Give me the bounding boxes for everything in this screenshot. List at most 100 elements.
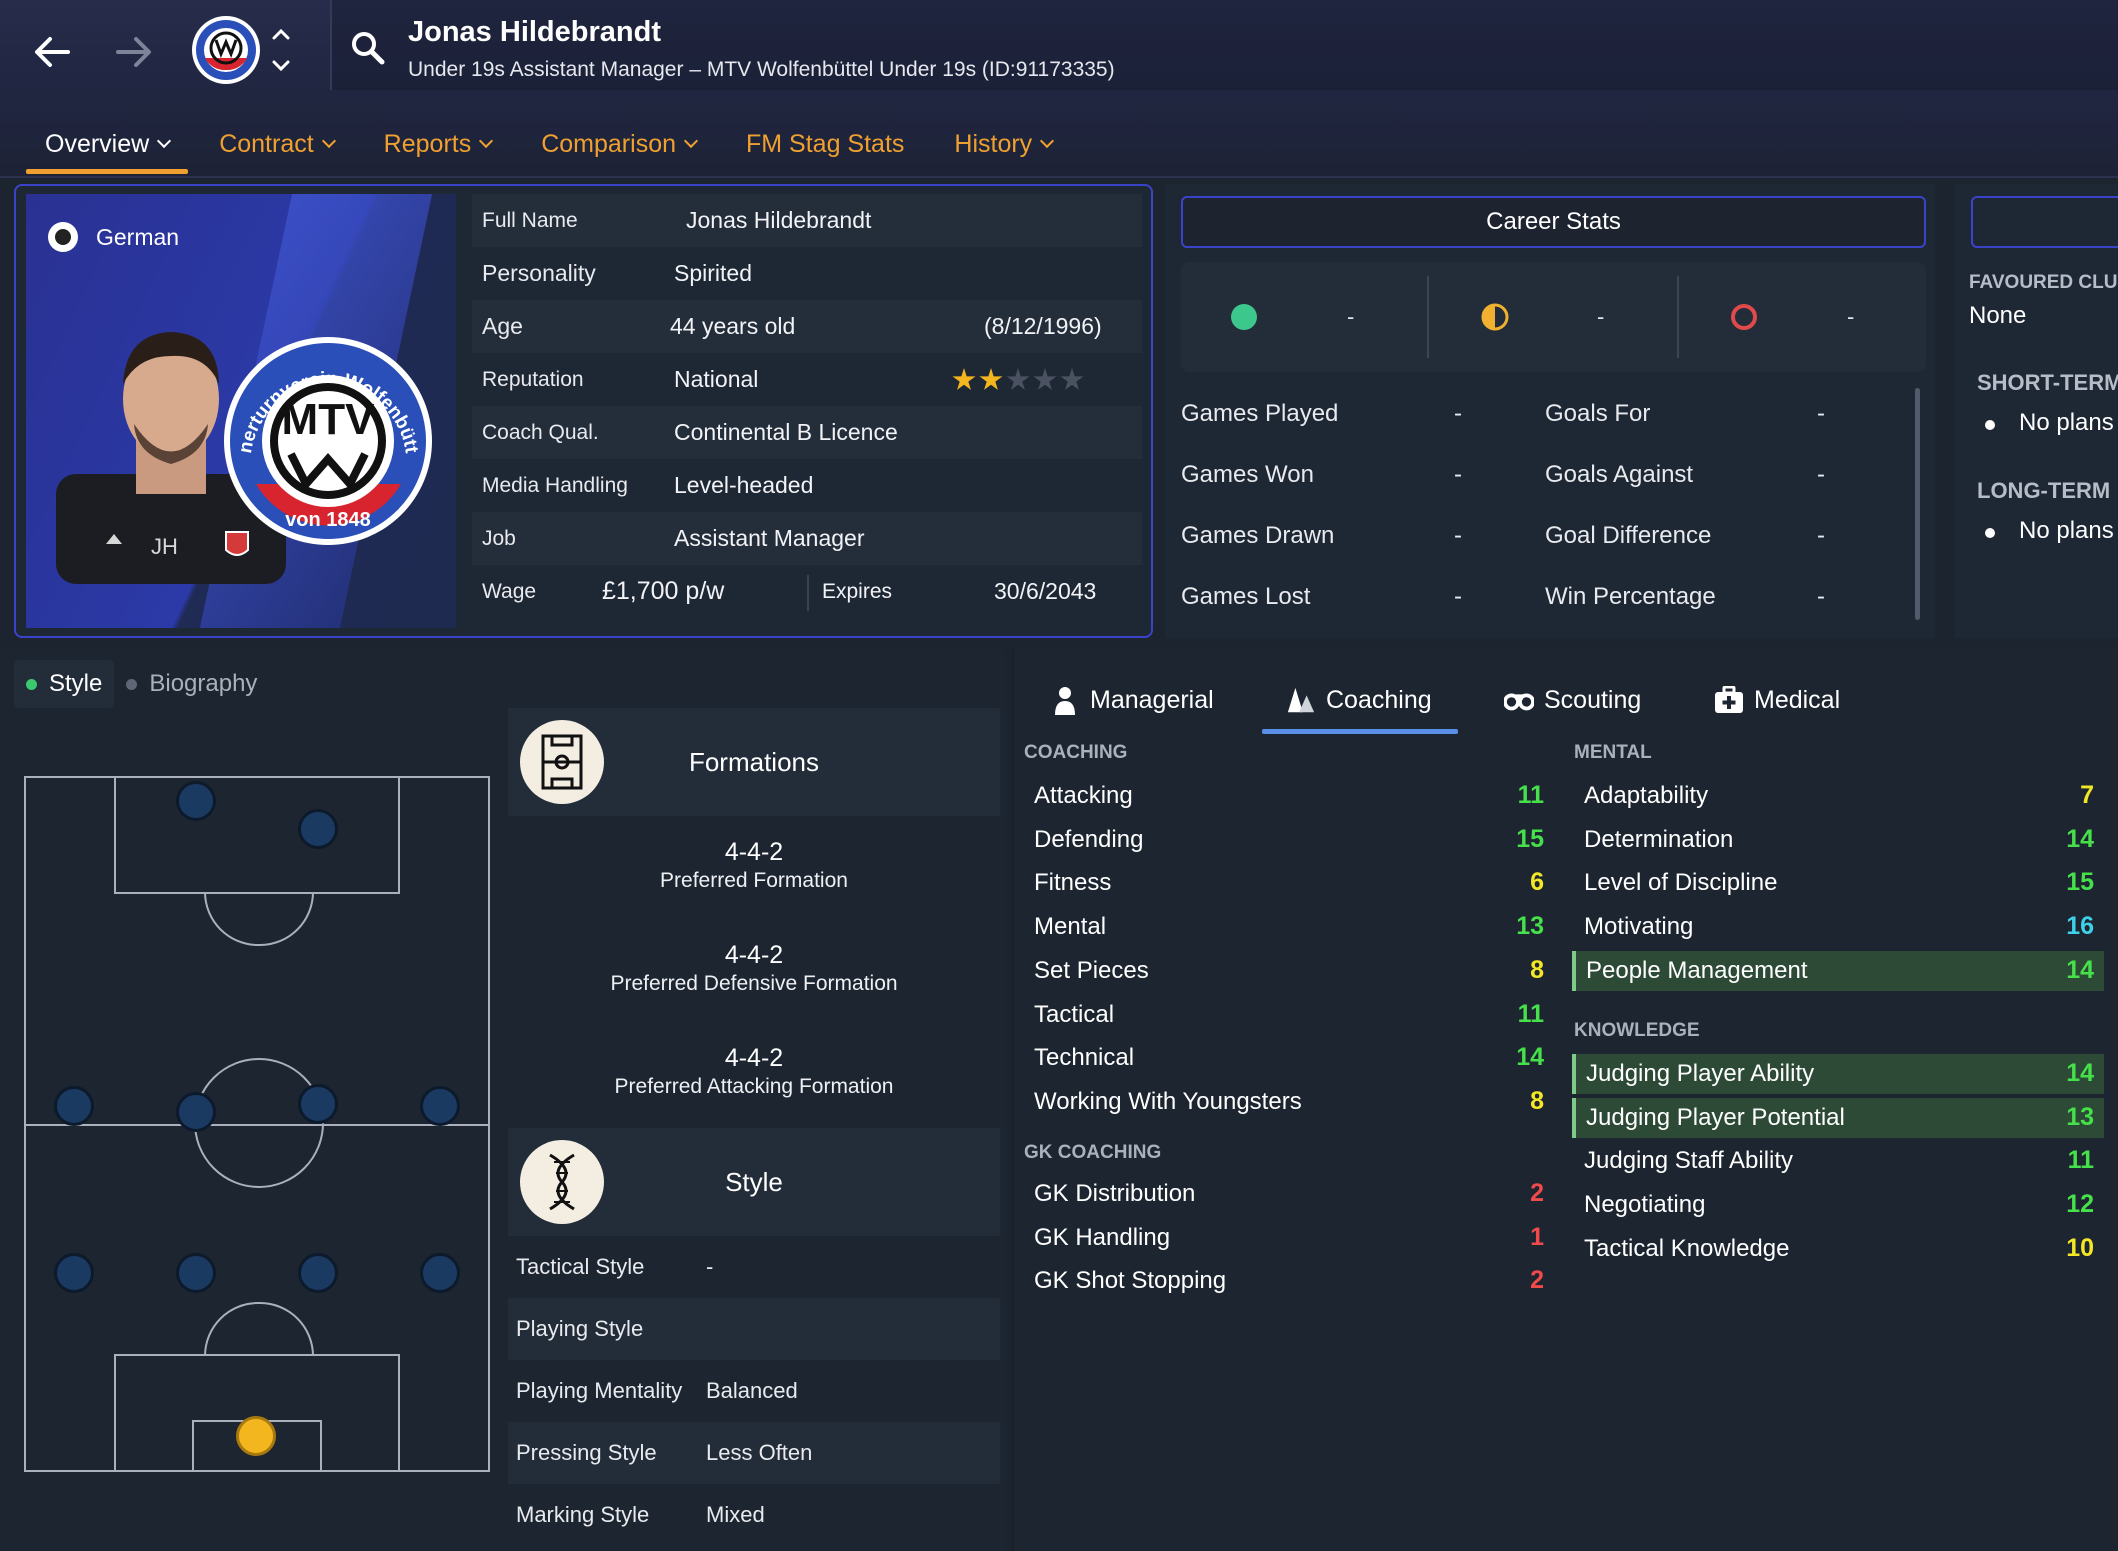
player-marker-dc[interactable]	[176, 1253, 216, 1293]
tab-comparison[interactable]: Comparison	[522, 118, 715, 170]
career-stats-scrollbar[interactable]	[1915, 388, 1920, 620]
tab-coaching[interactable]: Coaching	[1262, 668, 1458, 734]
wage-value: £1,700 p/w	[602, 577, 725, 605]
medical-kit-icon	[1714, 685, 1744, 715]
gk-coaching-section-title: GK COACHING	[1024, 1142, 1162, 1163]
tab-biography[interactable]: Biography	[114, 660, 269, 708]
page-title: Jonas Hildebrandt	[408, 16, 661, 48]
formation-item: 4-4-2 Preferred Attacking Formation	[508, 1022, 1000, 1125]
divider	[807, 575, 809, 611]
player-marker-dr[interactable]	[420, 1253, 460, 1293]
player-marker-st[interactable]	[298, 809, 338, 849]
attribute-name: Defending	[1034, 825, 1144, 853]
attribute-name: GK Shot Stopping	[1034, 1267, 1227, 1295]
attribute-row[interactable]: Adaptability 7	[1574, 776, 2104, 816]
draws-summary: -	[1431, 262, 1679, 372]
search-icon[interactable]	[348, 28, 388, 68]
nationality-label[interactable]: German	[96, 224, 179, 251]
attribute-row[interactable]: GK Distribution 2	[1024, 1174, 1554, 1214]
stat-label: Goal Difference	[1545, 522, 1712, 549]
attribute-row[interactable]: Determination 14	[1574, 820, 2104, 860]
tab-style[interactable]: Style	[14, 660, 115, 708]
arrow-left-icon	[35, 37, 70, 67]
stat-value: -	[1817, 522, 1825, 549]
tab-medical[interactable]: Medical	[1714, 668, 1840, 732]
player-marker-mr[interactable]	[420, 1086, 460, 1126]
info-row-coach-qual: Coach Qual. Continental B Licence	[472, 406, 1142, 459]
tab-managerial[interactable]: Managerial	[1050, 668, 1214, 732]
header-bar: Jonas Hildebrandt Under 19s Assistant Ma…	[0, 0, 2118, 178]
short-term-value: No plans	[2019, 409, 2114, 436]
forward-button[interactable]	[104, 22, 164, 82]
tab-label: Coaching	[1326, 685, 1432, 714]
player-marker-dl[interactable]	[54, 1253, 94, 1293]
dna-icon	[520, 1140, 604, 1224]
attribute-row[interactable]: Fitness 6	[1024, 863, 1554, 903]
player-marker-gk[interactable]	[236, 1416, 276, 1456]
style-label: Playing Mentality	[516, 1378, 683, 1403]
attribute-value: 8	[1530, 1086, 1544, 1115]
attribute-row[interactable]: Attacking 11	[1024, 776, 1554, 816]
attribute-value: 2	[1530, 1266, 1544, 1295]
tab-reports[interactable]: Reports	[365, 118, 511, 170]
player-marker-st[interactable]	[176, 781, 216, 821]
back-button[interactable]	[22, 22, 82, 82]
next-prev-stepper[interactable]	[268, 22, 294, 78]
attribute-row[interactable]: Motivating 16	[1574, 907, 2104, 947]
attribute-value: 15	[1516, 824, 1544, 853]
attribute-name: Tactical	[1034, 1000, 1115, 1028]
attribute-row[interactable]: GK Handling 1	[1024, 1218, 1554, 1258]
stat-value: -	[1817, 583, 1825, 610]
crest-letters: MTV	[282, 395, 376, 444]
tab-overview[interactable]: Overview	[26, 118, 189, 174]
info-label: Media Handling	[482, 473, 628, 497]
wins-value: -	[1347, 304, 1355, 329]
plans-header[interactable]	[1971, 196, 2118, 248]
attribute-row[interactable]: Defending 15	[1024, 820, 1554, 860]
stat-label: Goals For	[1545, 400, 1651, 427]
attribute-row[interactable]: Working With Youngsters 8	[1024, 1082, 1554, 1122]
chevron-down-icon	[321, 133, 336, 149]
wins-summary: -	[1181, 262, 1429, 372]
job-value: Assistant Manager	[674, 525, 865, 551]
knowledge-section-title: KNOWLEDGE	[1574, 1020, 1700, 1041]
chevron-updown-icon	[272, 28, 290, 72]
attribute-row[interactable]: Judging Staff Ability 11	[1574, 1141, 2104, 1181]
attribute-value: 11	[1517, 781, 1544, 809]
player-marker-ml[interactable]	[54, 1086, 94, 1126]
club-badge-button[interactable]	[190, 14, 262, 86]
attribute-row[interactable]: Tactical 11	[1024, 995, 1554, 1035]
attribute-row[interactable]: Negotiating 12	[1574, 1185, 2104, 1225]
player-marker-mc[interactable]	[298, 1084, 338, 1124]
tab-fm-stag-stats[interactable]: FM Stag Stats	[727, 118, 923, 170]
career-stats-header[interactable]: Career Stats	[1181, 196, 1926, 248]
attribute-row[interactable]: Level of Discipline 15	[1574, 863, 2104, 903]
style-value: Less Often	[706, 1440, 813, 1465]
player-marker-mc[interactable]	[176, 1092, 216, 1132]
tab-contract[interactable]: Contract	[200, 118, 352, 170]
tab-label: Medical	[1754, 685, 1841, 714]
tab-scouting[interactable]: Scouting	[1504, 668, 1641, 732]
nation-flag-icon[interactable]	[48, 222, 78, 252]
stat-label: Games Drawn	[1181, 522, 1335, 549]
tab-history[interactable]: History	[935, 118, 1071, 170]
tab-label: FM Stag Stats	[746, 129, 905, 158]
binoculars-icon	[1504, 685, 1534, 715]
age-value: 44 years old	[670, 313, 796, 339]
attribute-value: 7	[2080, 781, 2094, 809]
attribute-value: 12	[2066, 1190, 2094, 1219]
player-marker-dc[interactable]	[298, 1253, 338, 1293]
attribute-row[interactable]: People Management 14	[1572, 950, 2104, 991]
attribute-row[interactable]: Mental 13	[1024, 907, 1554, 947]
attribute-row[interactable]: Set Pieces 8	[1024, 951, 1554, 991]
title-search-box[interactable]: Jonas Hildebrandt Under 19s Assistant Ma…	[330, 0, 2118, 90]
attribute-name: Judging Staff Ability	[1584, 1147, 1794, 1175]
divider	[1427, 276, 1429, 358]
attribute-row[interactable]: Judging Player Potential 13	[1572, 1097, 2104, 1138]
attribute-row[interactable]: Technical 14	[1024, 1038, 1554, 1078]
attribute-row[interactable]: Judging Player Ability 14	[1572, 1054, 2104, 1094]
info-label: Reputation	[482, 367, 584, 391]
attribute-row[interactable]: GK Shot Stopping 2	[1024, 1261, 1554, 1301]
attribute-row[interactable]: Tactical Knowledge 10	[1574, 1229, 2104, 1269]
main-tabs: Overview Contract Reports Comparison FM …	[26, 118, 1083, 174]
